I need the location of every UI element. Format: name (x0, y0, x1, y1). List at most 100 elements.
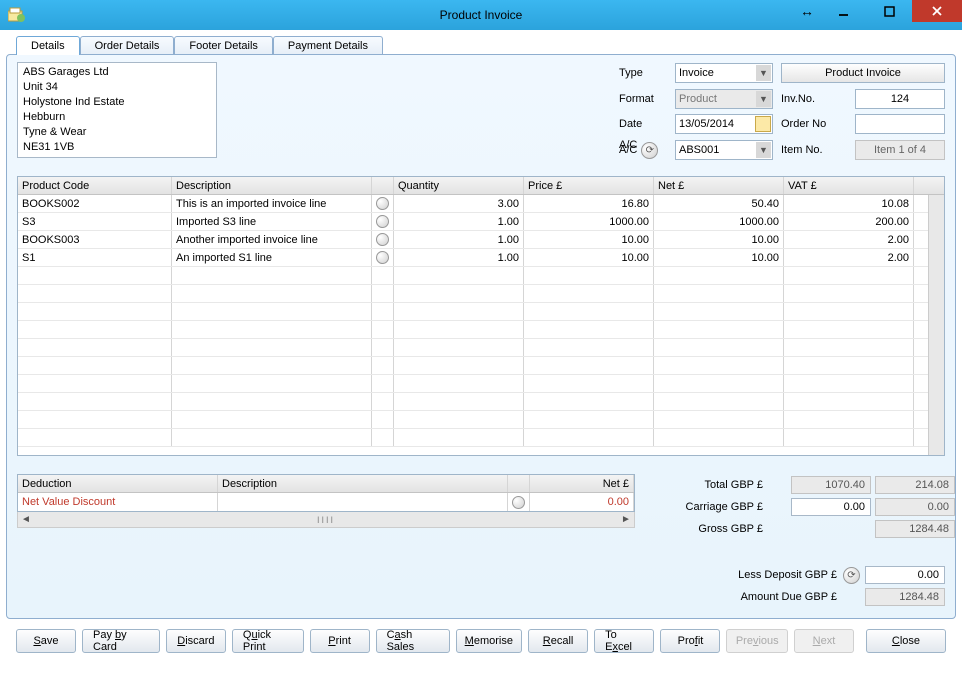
header-ac-row: A/C ⟳ ABS001 ▼ Item No. Item 1 of 4 (619, 140, 945, 160)
chevron-down-icon: ▼ (756, 65, 771, 81)
table-row[interactable] (18, 429, 944, 447)
table-row[interactable] (18, 303, 944, 321)
quick-print-button[interactable]: Quick Print (232, 629, 304, 653)
cell-desc: This is an imported invoice line (172, 195, 372, 212)
cell-code: BOOKS003 (18, 231, 172, 248)
amount-due-value: 1284.48 (865, 588, 945, 606)
cell-vat: 200.00 (784, 213, 914, 230)
invno-field[interactable]: 124 (855, 89, 945, 109)
col-ded-net[interactable]: Net £ (530, 475, 634, 492)
itemno-label: Item No. (781, 144, 847, 156)
next-button: Next (794, 629, 854, 653)
maximize-button[interactable] (866, 0, 912, 22)
table-row[interactable] (18, 411, 944, 429)
date-label: Date (619, 118, 667, 130)
line-items-table[interactable]: Product Code Description Quantity Price … (17, 176, 945, 456)
carriage-label: Carriage GBP £ (655, 501, 765, 513)
cell-price: 16.80 (524, 195, 654, 212)
pay-by-card-button[interactable]: Pay by Card (82, 629, 160, 653)
deduction-row[interactable]: Net Value Discount 0.00 (18, 493, 634, 511)
window-title: Product Invoice (0, 8, 962, 22)
col-quantity[interactable]: Quantity (394, 177, 524, 194)
ac-lookup-icon[interactable]: ⟳ (641, 142, 658, 159)
orderno-label: Order No (781, 118, 847, 130)
cell-qty: 1.00 (394, 231, 524, 248)
table-row[interactable]: S3Imported S3 line1.001000.001000.00200.… (18, 213, 944, 231)
button-bar: Save Pay by Card Discard Quick Print Pri… (6, 619, 956, 659)
type-combo[interactable]: Invoice ▼ (675, 63, 773, 83)
table-row[interactable] (18, 321, 944, 339)
row-action-icon[interactable] (376, 251, 389, 264)
product-invoice-button[interactable]: Product Invoice (781, 63, 945, 83)
total-net: 1070.40 (791, 476, 871, 494)
move-icon: ↔ (800, 3, 814, 19)
address-box[interactable]: ABS Garages Ltd Unit 34 Holystone Ind Es… (17, 62, 217, 158)
address-line: ABS Garages Ltd (23, 65, 211, 80)
deduction-table[interactable]: Deduction Description Net £ Net Value Di… (17, 474, 635, 512)
date-field[interactable]: 13/05/2014 (675, 114, 773, 134)
table-body: BOOKS002This is an imported invoice line… (18, 195, 944, 447)
discard-button[interactable]: Discard (166, 629, 226, 653)
row-action-icon[interactable] (512, 496, 525, 509)
deduction-desc (218, 493, 508, 511)
address-line: Holystone Ind Estate (23, 95, 211, 110)
gross-label: Gross GBP £ (655, 523, 765, 535)
col-net[interactable]: Net £ (654, 177, 784, 194)
recall-button[interactable]: Recall (528, 629, 588, 653)
to-excel-button[interactable]: To Excel (594, 629, 654, 653)
address-line: NE31 1VB (23, 140, 211, 155)
scroll-left-icon[interactable]: ◄ (18, 514, 34, 525)
tab-footer-details[interactable]: Footer Details (174, 36, 272, 55)
col-description[interactable]: Description (172, 177, 372, 194)
table-row[interactable]: BOOKS002This is an imported invoice line… (18, 195, 944, 213)
format-label: Format (619, 93, 667, 105)
col-vat[interactable]: VAT £ (784, 177, 914, 194)
minimize-button[interactable] (820, 0, 866, 22)
cell-code: BOOKS002 (18, 195, 172, 212)
save-button[interactable]: Save (16, 629, 76, 653)
cell-qty: 1.00 (394, 249, 524, 266)
vertical-scrollbar[interactable] (928, 195, 944, 455)
row-action-icon[interactable] (376, 197, 389, 210)
deposit-lookup-icon[interactable]: ⟳ (843, 567, 860, 584)
orderno-field[interactable] (855, 114, 945, 134)
cell-price: 1000.00 (524, 213, 654, 230)
calendar-icon[interactable] (755, 116, 771, 132)
tab-order-details[interactable]: Order Details (80, 36, 175, 55)
col-ded-desc[interactable]: Description (218, 475, 508, 492)
table-row[interactable] (18, 339, 944, 357)
address-line: Hebburn (23, 110, 211, 125)
table-row[interactable] (18, 267, 944, 285)
table-row[interactable] (18, 393, 944, 411)
less-deposit-value[interactable]: 0.00 (865, 566, 945, 584)
memorise-button[interactable]: Memorise (456, 629, 523, 653)
cell-net: 50.40 (654, 195, 784, 212)
address-line: Tyne & Wear (23, 125, 211, 140)
cash-sales-button[interactable]: Cash Sales (376, 629, 450, 653)
ac-combo[interactable]: ABS001 ▼ (675, 140, 773, 160)
tab-payment-details[interactable]: Payment Details (273, 36, 383, 55)
profit-button[interactable]: Profit (660, 629, 720, 653)
close-button[interactable]: Close (866, 629, 946, 653)
cell-code: S3 (18, 213, 172, 230)
tab-details[interactable]: Details (16, 36, 80, 55)
col-product-code[interactable]: Product Code (18, 177, 172, 194)
row-action-icon[interactable] (376, 233, 389, 246)
close-window-button[interactable] (912, 0, 962, 22)
scroll-right-icon[interactable]: ► (618, 514, 634, 525)
deduction-net: 0.00 (530, 493, 634, 511)
carriage-net[interactable]: 0.00 (791, 498, 871, 516)
table-row[interactable]: BOOKS003Another imported invoice line1.0… (18, 231, 944, 249)
table-row[interactable] (18, 285, 944, 303)
deduction-header: Deduction Description Net £ (18, 475, 634, 493)
table-row[interactable] (18, 357, 944, 375)
horizontal-scrollbar[interactable]: ◄ IIII ► (17, 512, 635, 528)
col-deduction[interactable]: Deduction (18, 475, 218, 492)
row-action-icon[interactable] (376, 215, 389, 228)
previous-button: Previous (726, 629, 788, 653)
table-row[interactable]: S1An imported S1 line1.0010.0010.002.00 (18, 249, 944, 267)
col-price[interactable]: Price £ (524, 177, 654, 194)
print-button[interactable]: Print (310, 629, 370, 653)
table-row[interactable] (18, 375, 944, 393)
chevron-down-icon: ▼ (756, 142, 771, 158)
